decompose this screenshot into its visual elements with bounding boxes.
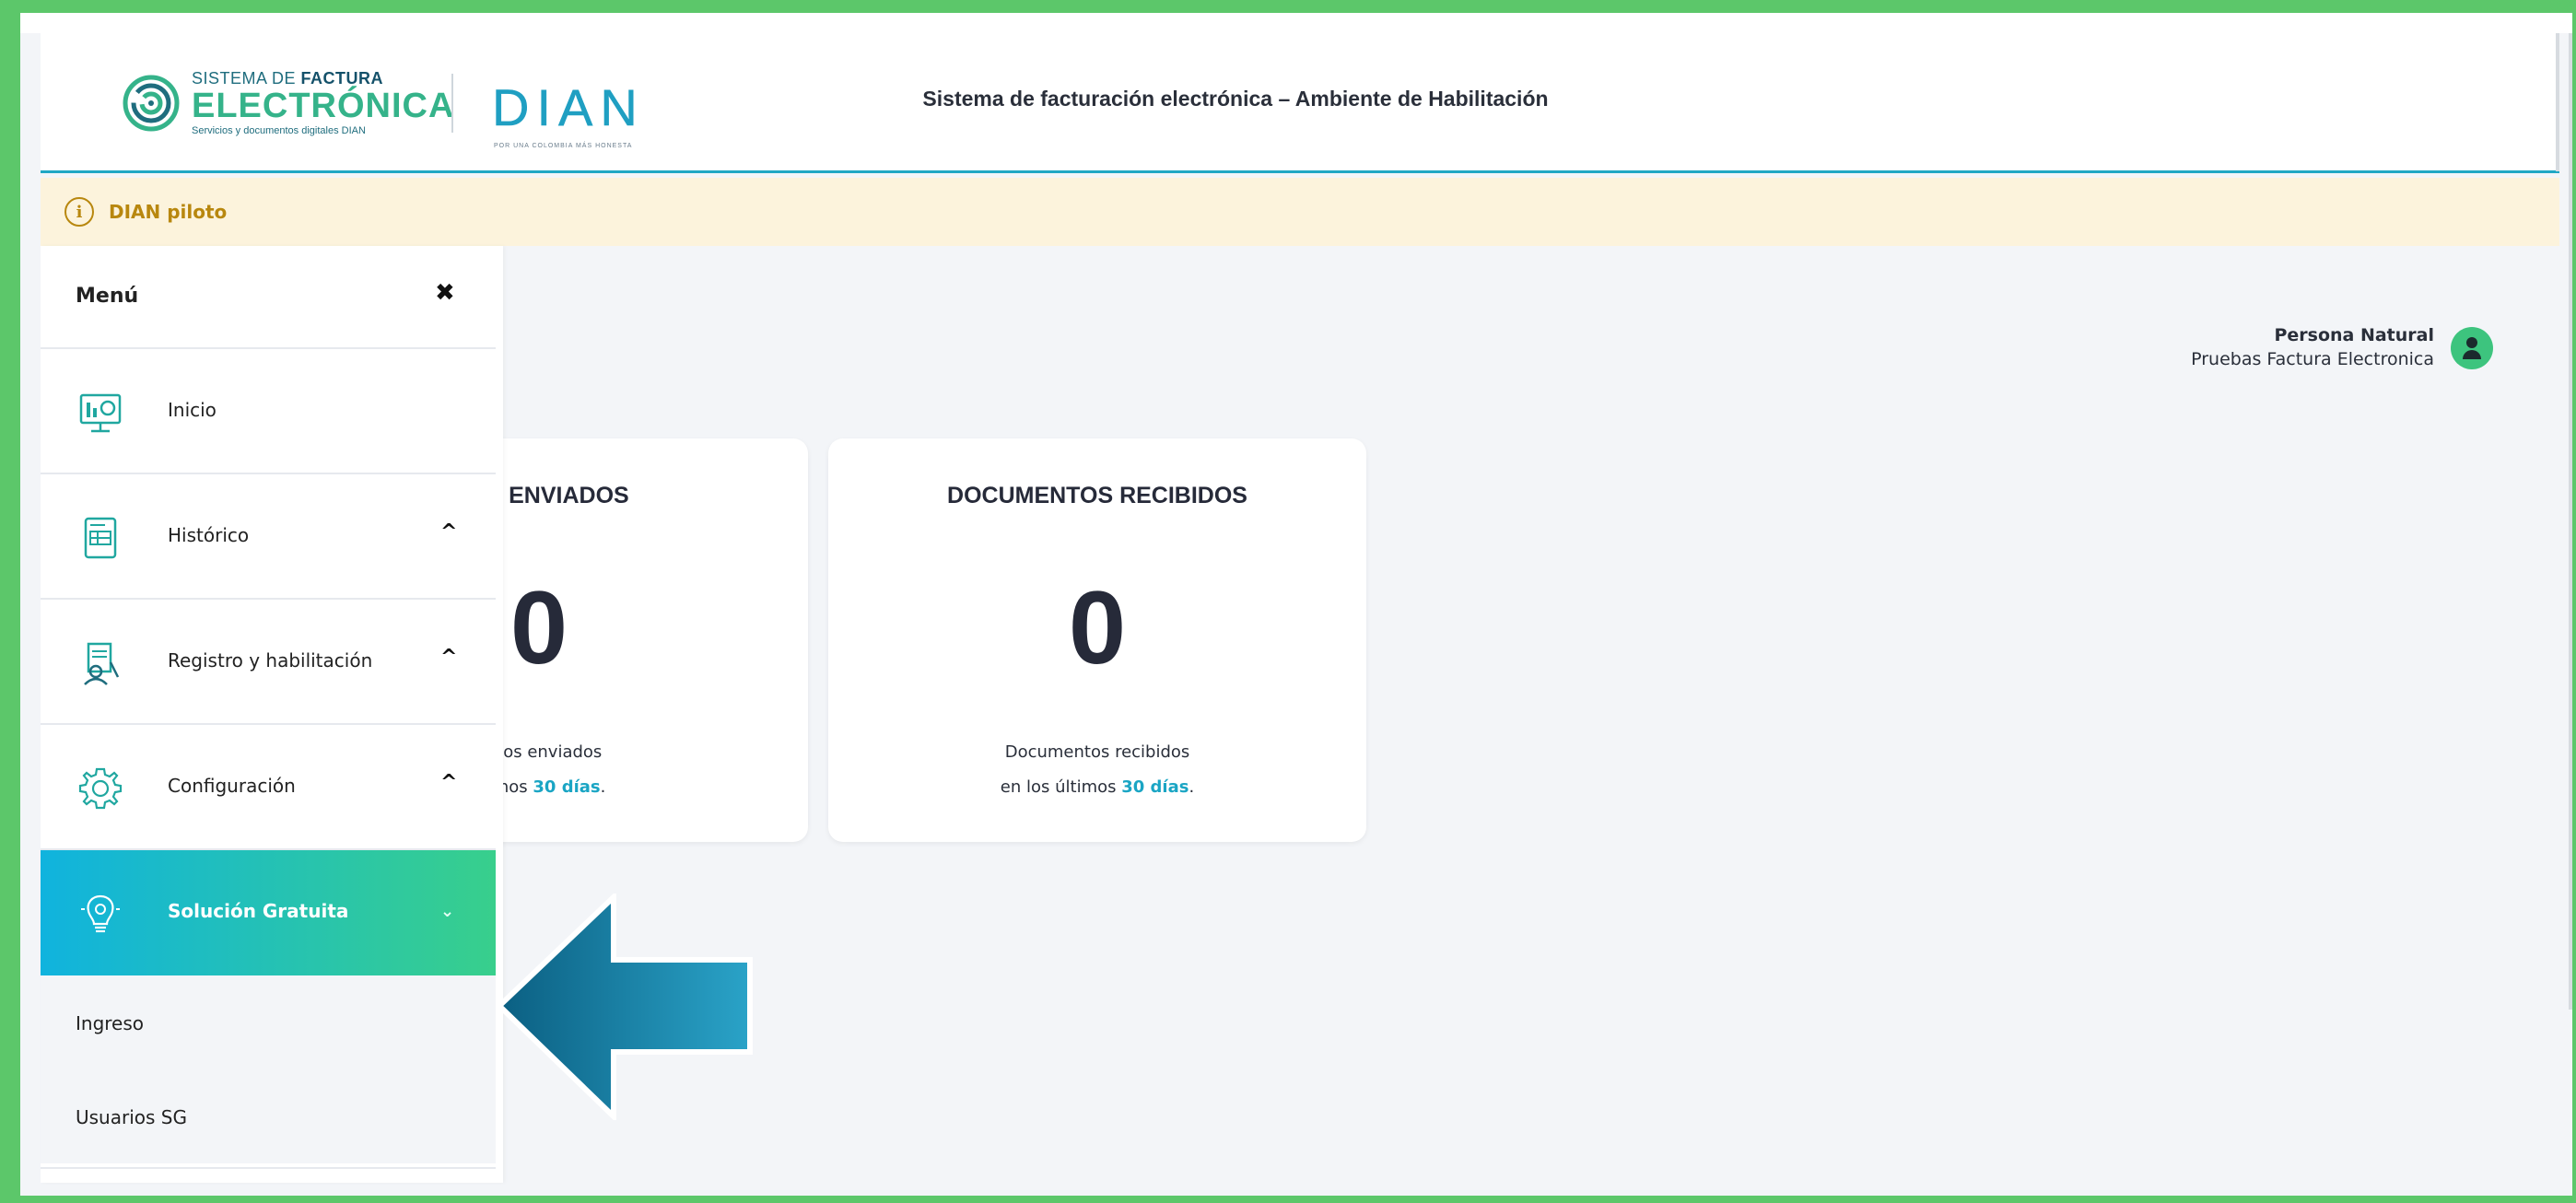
- environment-banner: i DIAN piloto: [41, 178, 2559, 246]
- sidebar-item-inicio[interactable]: Inicio: [41, 349, 496, 474]
- chevron-up-icon[interactable]: ^: [440, 520, 457, 543]
- chevron-up-icon[interactable]: ^: [440, 646, 457, 669]
- logo-line-1: SISTEMA DE FACTURA: [192, 69, 384, 88]
- close-icon[interactable]: ✖: [435, 279, 455, 307]
- document-icon: [84, 517, 117, 559]
- gear-icon: [78, 767, 123, 810]
- sidebar-item-historico[interactable]: Histórico ^: [41, 474, 496, 600]
- card-description: Documentos recibidos en los últimos 30 d…: [828, 735, 1366, 805]
- sidebar-item-label: Registro y habilitación: [168, 649, 373, 672]
- card-desc-line-1: Documentos recibidos: [1004, 742, 1190, 762]
- user-name: Persona Natural: [2274, 325, 2434, 345]
- card-count: 0: [1068, 570, 1127, 685]
- app-header: SISTEMA DE FACTURA ELECTRÓNICA Servicios…: [41, 33, 2559, 173]
- menu-header: Menú ✖: [41, 246, 496, 349]
- sidebar-item-label: Configuración: [168, 775, 296, 797]
- dian-logo-tagline: POR UNA COLOMBIA MÁS HONESTA: [494, 141, 632, 149]
- sidebar-item-label: Inicio: [168, 399, 217, 421]
- menu-title: Menú: [76, 285, 139, 308]
- user-info: Persona Natural Pruebas Factura Electron…: [2191, 324, 2434, 371]
- card-title: DOCUMENTOS RECIBIDOS: [947, 483, 1247, 508]
- user-company: Pruebas Factura Electronica: [2191, 348, 2434, 369]
- dashboard-icon: [79, 393, 122, 433]
- user-icon[interactable]: [2451, 326, 2493, 369]
- submenu-item-label: Usuarios SG: [76, 1106, 187, 1128]
- user-profile[interactable]: Persona Natural Pruebas Factura Electron…: [2191, 324, 2493, 371]
- menu-bottom-divider: [41, 1167, 496, 1183]
- sidebar-item-label: Solución Gratuita: [168, 900, 349, 922]
- sidebar-item-configuracion[interactable]: Configuración ^: [41, 725, 496, 850]
- submenu-item-usuarios-sg[interactable]: Usuarios SG: [41, 1069, 496, 1163]
- chevron-down-icon[interactable]: ⌄: [440, 902, 454, 921]
- sidebar-item-label: Histórico: [168, 524, 250, 546]
- banner-text: DIAN piloto: [109, 201, 228, 223]
- header-scrollbar: [2556, 33, 2559, 171]
- received-documents-card[interactable]: DOCUMENTOS RECIBIDOS 0 Documentos recibi…: [828, 438, 1366, 842]
- info-icon: i: [64, 197, 94, 227]
- sidebar-menu: Menú ✖ Inicio Histórico ^ Registro y hab…: [41, 246, 503, 1183]
- page-scrollbar[interactable]: [2569, 33, 2572, 1010]
- submenu-item-ingreso[interactable]: Ingreso: [41, 975, 496, 1069]
- page-title: Sistema de facturación electrónica – Amb…: [922, 87, 1549, 111]
- submenu-item-label: Ingreso: [76, 1012, 145, 1034]
- chevron-up-icon[interactable]: ^: [440, 771, 457, 794]
- card-desc-line-2: en los últimos 30 días.: [1000, 777, 1195, 797]
- lightbulb-icon: [81, 894, 120, 933]
- pointer-arrow-icon: [496, 893, 753, 1120]
- registration-icon: [84, 642, 120, 685]
- sidebar-item-registro[interactable]: Registro y habilitación ^: [41, 600, 496, 725]
- logo-line-3: Servicios y documentos digitales DIAN: [192, 125, 366, 136]
- sidebar-item-solucion-gratuita[interactable]: Solución Gratuita ⌄: [41, 850, 496, 975]
- top-gap: [20, 13, 2572, 33]
